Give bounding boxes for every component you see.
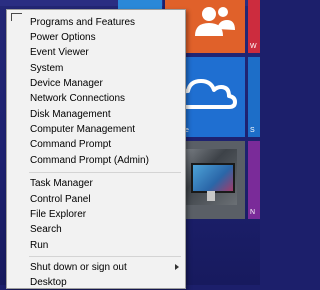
menu-item-label: Device Manager [30, 78, 103, 89]
menu-item-label: Network Connections [30, 93, 126, 104]
mail-tile-label: W [250, 43, 257, 50]
menu-item-desktop[interactable]: Desktop [7, 275, 185, 290]
power-user-menu: Programs and Features Power Options Even… [6, 9, 186, 289]
menu-item-computer-management[interactable]: Computer Management [7, 122, 185, 137]
menu-item-label: Control Panel [30, 194, 91, 205]
menu-item-label: Run [30, 240, 49, 251]
menu-item-power-options[interactable]: Power Options [7, 30, 185, 45]
menu-item-label: Event Viewer [30, 47, 89, 58]
menu-item-label: Programs and Features [30, 17, 136, 28]
mail-tile[interactable]: W [248, 0, 260, 53]
news-tile[interactable]: N [248, 141, 260, 219]
menu-item-shut-down-or-sign-out[interactable]: Shut down or sign out [7, 260, 185, 275]
menu-separator [29, 172, 181, 173]
store-right-tile[interactable]: S [248, 57, 260, 137]
chevron-right-icon [175, 264, 179, 270]
menu-item-label: Command Prompt (Admin) [30, 155, 149, 166]
menu-item-command-prompt[interactable]: Command Prompt [7, 137, 185, 152]
menu-item-label: File Explorer [30, 209, 87, 220]
menu-item-control-panel[interactable]: Control Panel [7, 192, 185, 207]
menu-separator [29, 256, 181, 257]
menu-item-file-explorer[interactable]: File Explorer [7, 207, 185, 222]
menu-item-disk-management[interactable]: Disk Management [7, 107, 185, 122]
menu-item-label: Search [30, 224, 62, 235]
menu-item-system[interactable]: System [7, 61, 185, 76]
menu-item-label: Shut down or sign out [30, 262, 127, 273]
menu-item-programs-and-features[interactable]: Programs and Features [7, 15, 185, 30]
menu-item-event-viewer[interactable]: Event Viewer [7, 45, 185, 60]
menu-item-command-prompt-admin[interactable]: Command Prompt (Admin) [7, 153, 185, 168]
menu-item-label: Power Options [30, 32, 96, 43]
menu-item-label: Desktop [30, 277, 67, 288]
menu-item-label: System [30, 63, 64, 74]
menu-item-label: Task Manager [30, 178, 93, 189]
menu-item-search[interactable]: Search [7, 222, 185, 237]
monitor-stand [207, 191, 215, 201]
menu-item-task-manager[interactable]: Task Manager [7, 176, 185, 191]
menu-item-network-connections[interactable]: Network Connections [7, 91, 185, 106]
menu-item-label: Disk Management [30, 109, 111, 120]
menu-item-run[interactable]: Run [7, 238, 185, 253]
menu-item-device-manager[interactable]: Device Manager [7, 76, 185, 91]
news-tile-label: N [250, 209, 256, 216]
menu-item-label: Command Prompt [30, 139, 112, 150]
monitor-image [191, 163, 235, 193]
menu-item-label: Computer Management [30, 124, 136, 135]
store-right-tile-label: S [250, 127, 255, 134]
